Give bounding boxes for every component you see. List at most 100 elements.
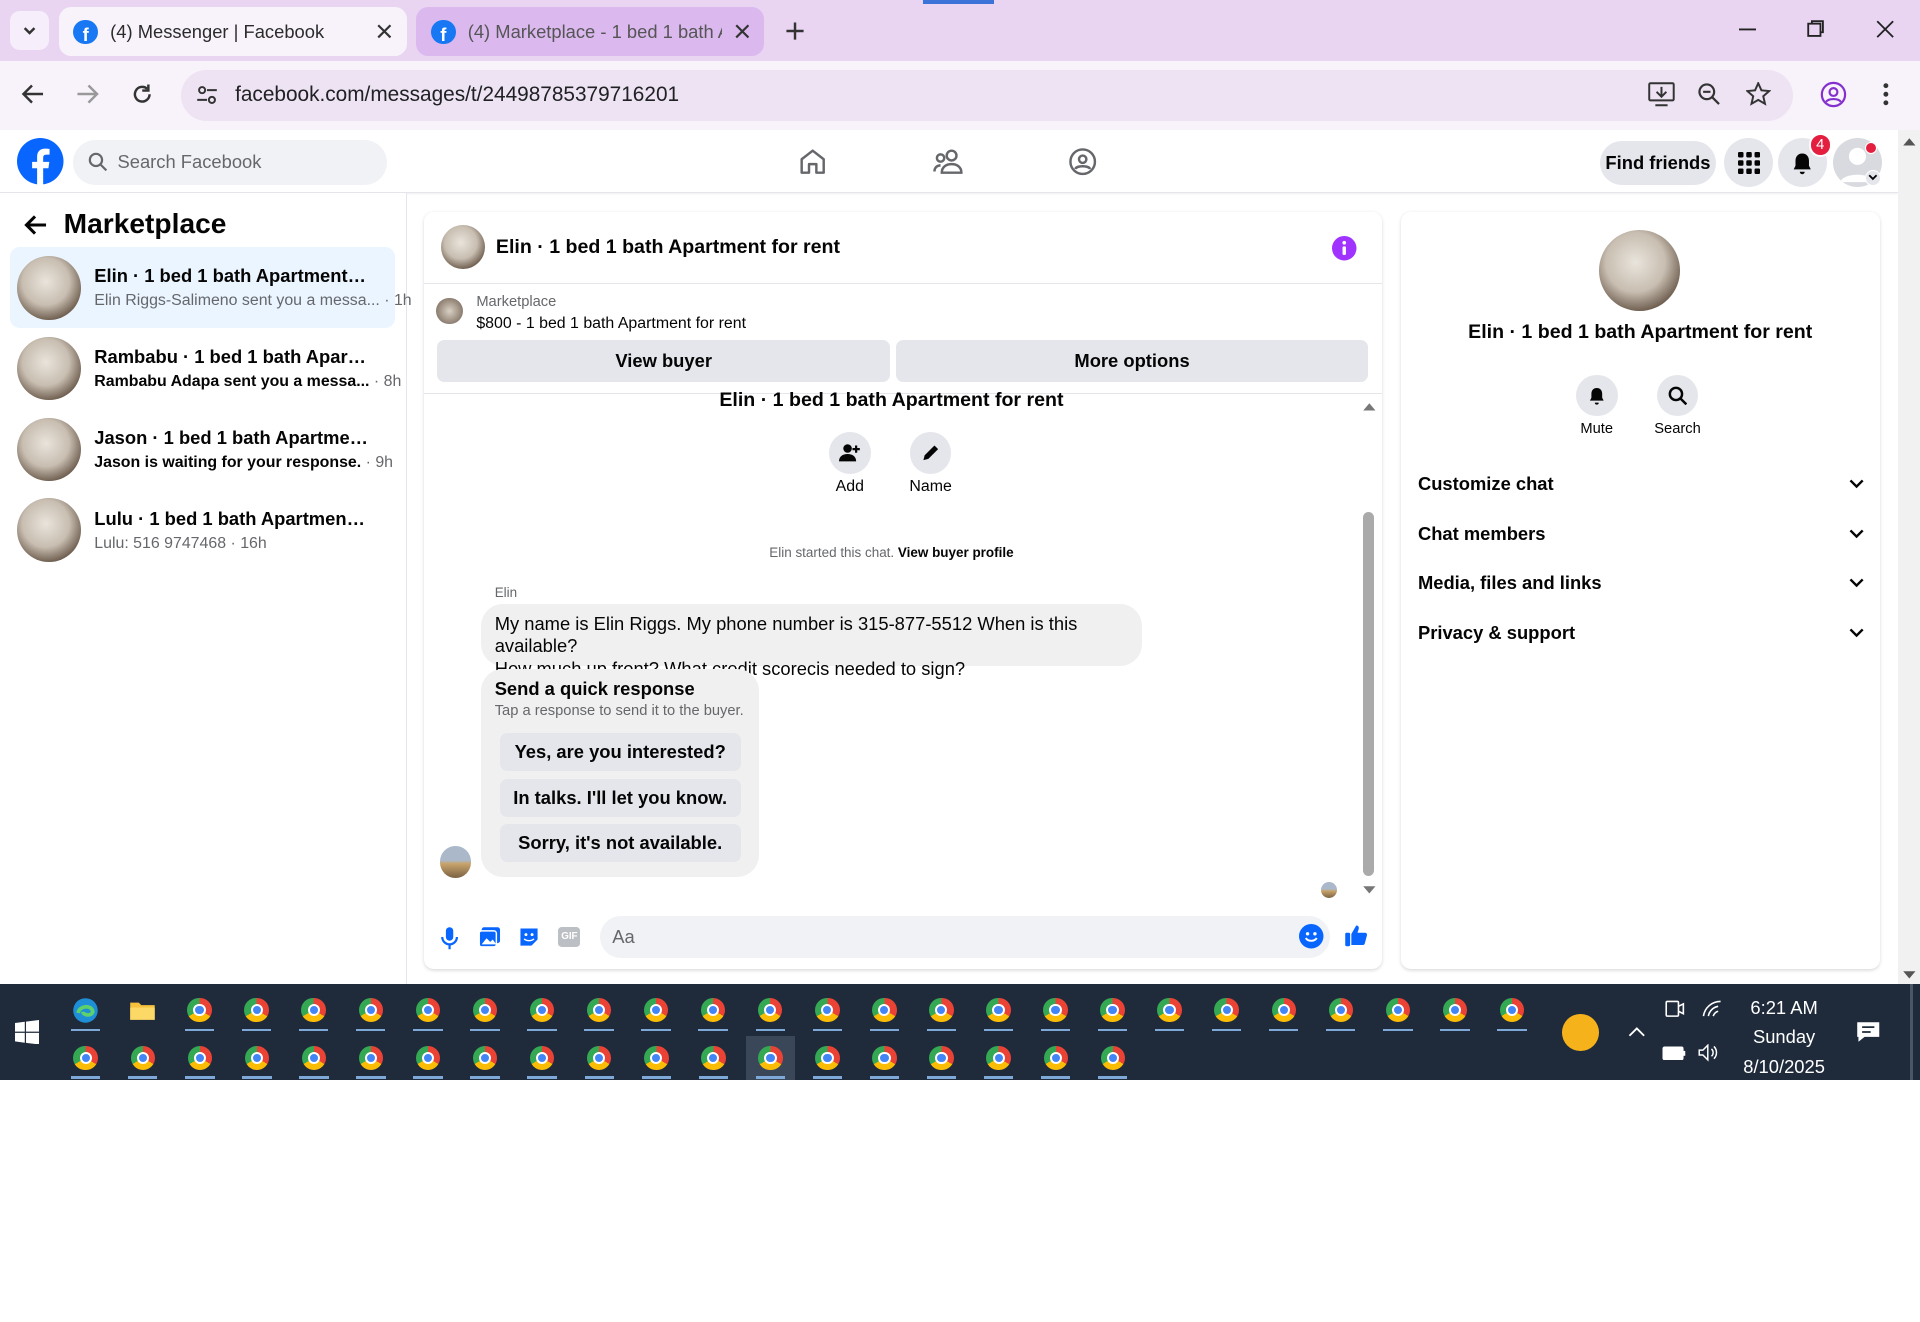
find-friends-button[interactable]: Find friends [1600,140,1716,185]
photo-icon[interactable] [478,926,501,948]
forward-arrow-icon[interactable] [75,83,99,105]
scroll-down-arrow-icon[interactable] [1362,885,1377,895]
quick-response-button[interactable]: Yes, are you interested? [499,733,741,772]
scroll-up-arrow-icon[interactable] [1902,137,1917,147]
close-window-icon[interactable] [1876,20,1894,38]
tab-messenger[interactable]: f (4) Messenger | Facebook [58,7,407,57]
tab-marketplace[interactable]: f (4) Marketplace - 1 bed 1 bath A [416,7,765,57]
file-explorer-taskbar-icon[interactable] [118,988,167,1032]
chrome-taskbar-icon[interactable] [745,1035,795,1080]
zoom-icon[interactable] [1697,82,1721,106]
view-buyer-button[interactable]: View buyer [437,340,891,383]
battery-icon[interactable] [1662,1046,1686,1061]
chrome-taskbar-icon[interactable] [1259,988,1308,1032]
groups-icon[interactable] [1068,147,1097,176]
chrome-taskbar-icon[interactable] [689,988,738,1032]
chrome-taskbar-icon[interactable] [632,988,681,1032]
chrome-taskbar-icon[interactable] [404,1036,453,1080]
view-buyer-profile-link[interactable]: View buyer profile [898,545,1014,560]
more-options-button[interactable]: More options [896,340,1368,383]
conversation-item[interactable]: Elin · 1 bed 1 bath Apartment for r... E… [9,247,412,329]
chrome-taskbar-icon[interactable] [917,988,966,1032]
chrome-taskbar-icon[interactable] [517,988,566,1032]
sender-avatar[interactable] [439,846,472,878]
chrome-taskbar-icon[interactable] [1316,988,1365,1032]
chrome-taskbar-icon[interactable] [974,988,1023,1032]
url-text[interactable]: facebook.com/messages/t/2449878537971620… [235,83,679,107]
conversation-item[interactable]: Lulu · 1 bed 1 bath Apartment for r... L… [10,490,396,571]
close-icon[interactable] [735,24,750,39]
chrome-taskbar-icon[interactable] [118,1036,167,1080]
scroll-down-arrow-icon[interactable] [1902,970,1917,980]
chrome-taskbar-icon[interactable] [575,988,624,1032]
minimize-icon[interactable] [1738,27,1756,32]
chrome-taskbar-icon[interactable] [232,988,281,1032]
friends-icon[interactable] [932,147,964,176]
account-menu-chevron[interactable] [1864,170,1881,187]
restore-icon[interactable] [1807,19,1825,37]
scroll-up-arrow-icon[interactable] [1362,402,1377,412]
microphone-icon[interactable] [440,926,458,950]
chrome-taskbar-icon[interactable] [289,1036,338,1080]
install-app-icon[interactable] [1648,82,1675,107]
message-input[interactable]: Aa [599,915,1330,958]
chrome-taskbar-icon[interactable] [746,988,795,1032]
windows-start-icon[interactable] [14,1020,40,1045]
name-chat-button[interactable] [909,432,952,474]
tab-search-button[interactable] [9,11,49,51]
chevron-up-icon[interactable] [1627,1026,1647,1038]
address-bar[interactable]: facebook.com/messages/t/2449878537971620… [181,69,1793,122]
privacy-support-row[interactable]: Privacy & support [1418,609,1865,658]
wifi-icon[interactable] [1701,999,1723,1019]
media-files-row[interactable]: Media, files and links [1418,558,1865,607]
info-icon[interactable] [1332,236,1357,261]
search-in-chat-button[interactable] [1656,374,1699,417]
chrome-taskbar-icon[interactable] [232,1036,281,1080]
back-arrow-icon[interactable] [21,83,45,105]
notifications-center-icon[interactable] [1856,1021,1880,1043]
mute-button[interactable] [1575,374,1618,417]
site-settings-icon[interactable] [196,84,218,106]
chrome-taskbar-icon[interactable] [803,988,852,1032]
thumbs-up-icon[interactable] [1344,923,1368,947]
close-icon[interactable] [377,24,392,39]
conversation-item[interactable]: Jason · 1 bed 1 bath Apartment f... Jaso… [10,409,396,490]
chrome-taskbar-icon[interactable] [860,1036,909,1080]
chat-members-row[interactable]: Chat members [1418,509,1865,558]
chrome-taskbar-icon[interactable] [575,1036,624,1080]
chat-avatar[interactable] [440,225,485,270]
profile-icon[interactable] [1820,81,1847,108]
chrome-taskbar-icon[interactable] [1031,988,1080,1032]
facebook-search[interactable]: Search Facebook [73,139,387,185]
chrome-taskbar-icon[interactable] [1031,1036,1080,1080]
chrome-taskbar-icon[interactable] [803,1036,852,1080]
chrome-taskbar-icon[interactable] [403,988,452,1032]
bookmark-star-icon[interactable] [1746,82,1771,106]
chrome-taskbar-icon[interactable] [1488,988,1537,1032]
add-people-button[interactable] [828,432,871,474]
listing-title[interactable]: $800 - 1 bed 1 bath Apartment for rent [476,315,746,333]
taskbar-clock[interactable]: 6:21 AM Sunday 8/10/2025 [1734,993,1834,1080]
chrome-taskbar-icon[interactable] [518,1036,567,1080]
reload-icon[interactable] [130,82,154,106]
chrome-taskbar-icon[interactable] [632,1036,681,1080]
volume-icon[interactable] [1698,1044,1720,1062]
chat-scrollbar-thumb[interactable] [1362,511,1374,876]
chrome-taskbar-icon[interactable] [347,1036,396,1080]
conversation-item[interactable]: Rambabu · 1 bed 1 bath Apartme... Rambab… [10,328,401,409]
weather-icon[interactable] [1562,1013,1600,1051]
chrome-taskbar-icon[interactable] [175,1036,224,1080]
chrome-taskbar-icon[interactable] [860,988,909,1032]
chrome-taskbar-icon[interactable] [346,988,395,1032]
sticker-icon[interactable] [518,926,540,948]
new-tab-plus-icon[interactable] [784,20,806,42]
customize-chat-row[interactable]: Customize chat [1418,459,1865,508]
facebook-logo-icon[interactable] [17,138,64,185]
edge-taskbar-icon[interactable] [61,988,110,1032]
chrome-taskbar-icon[interactable] [974,1036,1023,1080]
listing-photo[interactable] [1599,230,1680,311]
chrome-taskbar-icon[interactable] [1088,1036,1137,1080]
chrome-taskbar-icon[interactable] [917,1036,966,1080]
chrome-taskbar-icon[interactable] [460,988,509,1032]
chrome-taskbar-icon[interactable] [1088,988,1137,1032]
